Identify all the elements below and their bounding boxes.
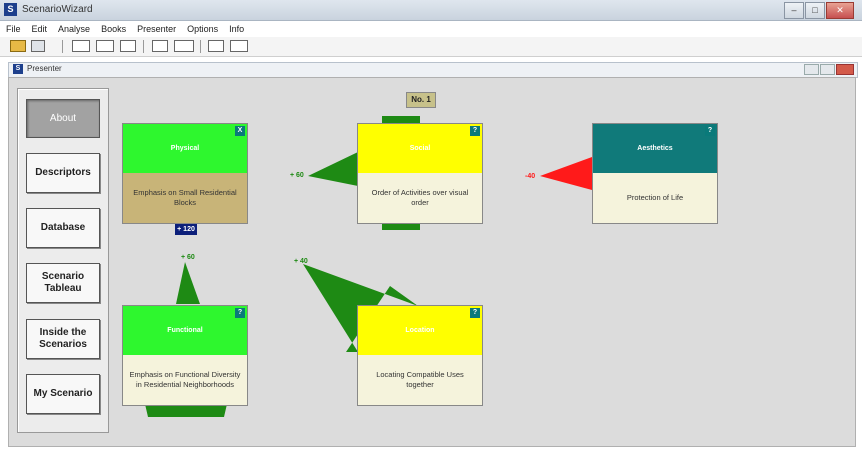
functional-card[interactable]: Functional Emphasis on Functional Divers… [122,305,248,406]
aesthetics-card[interactable]: Aesthetics Protection of Life ? [592,123,718,224]
arrow-label-location: + 40 [294,258,308,265]
card-title: Aesthetics [593,124,717,173]
card-title: Location [358,306,482,355]
card-body: Emphasis on Small Residential Blocks [123,173,247,223]
help-badge[interactable]: ? [705,126,715,136]
card-body: Locating Compatible Uses together [358,355,482,405]
rank-tag: No. 1 [406,92,436,108]
arrow-label-functional: + 60 [181,254,195,261]
card-title: Physical [123,124,247,173]
score-tag: + 120 [175,224,197,235]
arrow-label-aesthetics: -40 [525,173,536,180]
help-badge[interactable]: ? [235,308,245,318]
card-body: Order of Activities over visual order [358,173,482,223]
card-body: Protection of Life [593,173,717,223]
help-badge[interactable]: ? [470,126,480,136]
functional-up-arrow [176,262,200,304]
help-badge[interactable]: ? [470,308,480,318]
arrow-label-social: + 60 [290,172,304,179]
card-title: Functional [123,306,247,355]
social-physical-arrow [308,152,358,186]
close-badge[interactable]: X [235,126,245,136]
card-body: Emphasis on Functional Diversity in Resi… [123,355,247,405]
card-title: Social [358,124,482,173]
social-card[interactable]: Social Order of Activities over visual o… [357,123,483,224]
location-card[interactable]: Location Locating Compatible Uses togeth… [357,305,483,406]
physical-card[interactable]: Physical Emphasis on Small Residential B… [122,123,248,224]
aesthetics-red-arrow [540,157,592,190]
